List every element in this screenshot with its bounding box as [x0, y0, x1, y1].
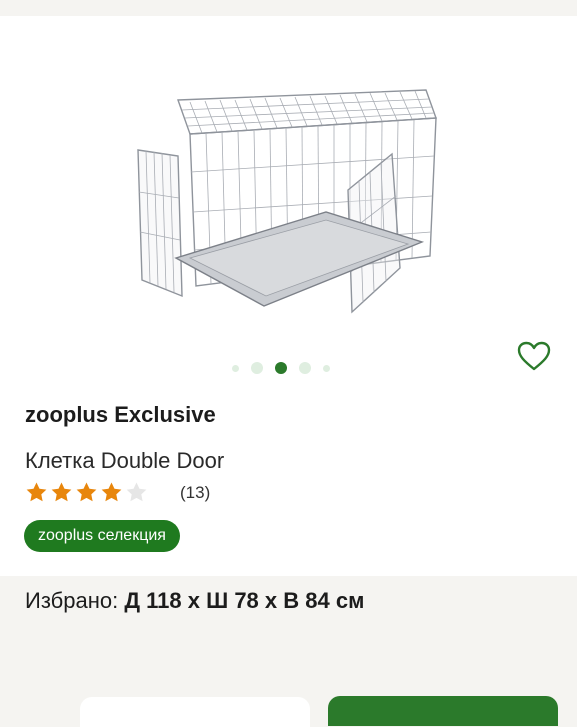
star-icon-empty	[126, 482, 147, 502]
product-title: Клетка Double Door	[25, 448, 225, 473]
gallery-dot[interactable]	[251, 362, 263, 374]
product-rating[interactable]: (13)	[25, 481, 210, 504]
gallery-pagination	[226, 360, 336, 376]
selection-badge: zooplus селекция	[24, 520, 180, 552]
star-icon-filled	[51, 482, 72, 502]
product-card: zooplus Exclusive Клетка Double Door (13…	[0, 16, 577, 576]
gallery-dot[interactable]	[323, 364, 330, 372]
top-strip	[0, 0, 577, 16]
star-icon-filled	[76, 482, 97, 502]
review-count[interactable]: (13)	[180, 483, 210, 503]
selection-label: Избрано:	[25, 588, 119, 613]
rating-stars	[25, 481, 148, 504]
dog-cage-image	[137, 89, 437, 314]
gallery-dot[interactable]	[299, 362, 311, 374]
gallery-dot-active[interactable]	[275, 362, 287, 374]
product-gallery[interactable]	[0, 16, 577, 374]
brand-name[interactable]: zooplus Exclusive	[25, 402, 216, 428]
variant-selection: Избрано: Д 118 x Ш 78 x В 84 см	[25, 588, 364, 614]
secondary-action-button[interactable]	[80, 697, 310, 727]
star-icon-filled	[101, 482, 122, 502]
primary-action-button[interactable]	[328, 696, 558, 726]
favorite-button[interactable]	[514, 338, 554, 374]
gallery-dot[interactable]	[232, 364, 239, 372]
selection-value: Д 118 x Ш 78 x В 84 см	[124, 588, 365, 613]
heart-outline-icon	[517, 341, 551, 371]
star-icon-filled	[26, 482, 47, 502]
